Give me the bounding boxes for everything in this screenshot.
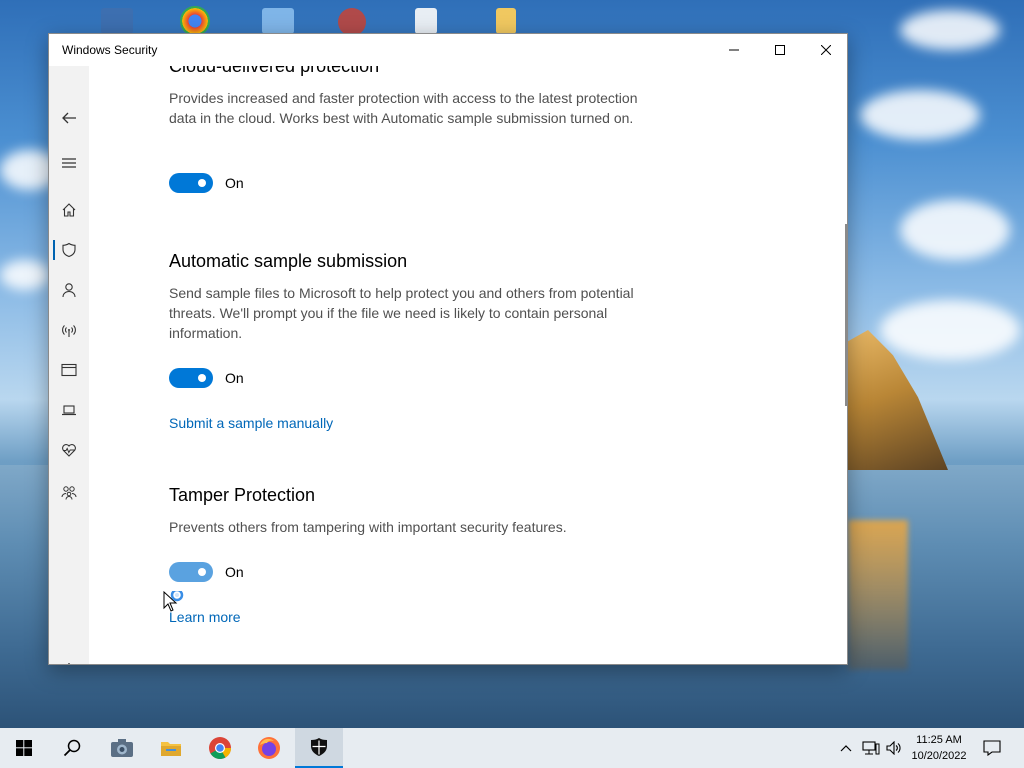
vertical-scrollbar[interactable] [845, 224, 847, 406]
start-icon [16, 740, 32, 756]
taskbar-camera-app[interactable] [98, 728, 146, 768]
taskbar-firefox[interactable] [245, 728, 293, 768]
submit-sample-manually-link[interactable]: Submit a sample manually [169, 415, 333, 431]
minimize-button[interactable] [711, 34, 757, 66]
start-button[interactable] [0, 728, 48, 768]
windows-security-icon [311, 738, 327, 756]
network-icon [862, 741, 880, 755]
sidebar-item-account[interactable] [49, 275, 89, 305]
search-icon [63, 739, 81, 757]
wifi-antenna-icon [62, 325, 76, 337]
volume-button[interactable] [884, 728, 904, 768]
family-icon [61, 486, 77, 500]
sidebar [49, 66, 89, 664]
clock-date: 10/20/2022 [911, 750, 967, 762]
sample-submission-toggle-label: On [225, 370, 244, 386]
sidebar-item-virus-protection[interactable] [49, 235, 89, 265]
maximize-button[interactable] [757, 34, 803, 66]
desktop-icon-chrome[interactable] [180, 6, 210, 36]
maximize-icon [775, 45, 785, 55]
settings-content[interactable]: Cloud-delivered protection Provides incr… [89, 34, 847, 664]
person-icon [62, 283, 76, 298]
notification-icon [983, 740, 1001, 756]
tamper-protection-toggle-row: On [169, 562, 244, 582]
windows-security-window: Windows Security Cloud-delivered protect… [48, 33, 848, 665]
desktop-icon-recycle-bin[interactable] [415, 8, 437, 34]
file-explorer-icon [161, 742, 181, 756]
sidebar-item-firewall[interactable] [49, 315, 89, 345]
cloud-protection-toggle-row: On [169, 173, 244, 193]
desktop-icon-app[interactable] [338, 8, 366, 36]
taskbar-chrome[interactable] [196, 728, 244, 768]
taskbar: 11:25 AM 10/20/2022 [0, 728, 1024, 768]
action-center-button[interactable] [978, 728, 1006, 768]
tamper-protection-description: Prevents others from tampering with impo… [169, 519, 567, 535]
desktop-icon-computer[interactable] [262, 8, 294, 34]
camera-app-icon [111, 739, 133, 757]
sidebar-item-home[interactable] [49, 195, 89, 225]
clock-time: 11:25 AM [916, 734, 962, 746]
firefox-icon [258, 737, 280, 759]
cloud-protection-toggle[interactable] [169, 173, 213, 193]
title-bar[interactable]: Windows Security [49, 34, 847, 66]
window-title: Windows Security [62, 43, 158, 57]
back-arrow-icon [62, 112, 76, 124]
menu-button[interactable] [49, 148, 89, 178]
close-icon [821, 45, 831, 55]
hamburger-menu-icon [62, 158, 76, 168]
minimize-icon [729, 49, 739, 51]
heart-health-icon [62, 444, 76, 457]
taskbar-clock[interactable]: 11:25 AM 10/20/2022 [906, 732, 972, 764]
show-hidden-icons-button[interactable] [836, 728, 856, 768]
chrome-icon [209, 737, 231, 759]
sidebar-item-family-options[interactable] [49, 477, 89, 507]
sidebar-item-device-health[interactable] [49, 435, 89, 465]
shield-icon [62, 242, 76, 258]
back-button[interactable] [49, 103, 89, 133]
chevron-up-icon [840, 745, 852, 752]
sample-submission-description: Send sample files to Microsoft to help p… [169, 285, 634, 341]
desktop-icon-camera[interactable] [101, 8, 133, 34]
sidebar-item-settings[interactable] [49, 655, 89, 664]
tamper-protection-toggle-label: On [225, 564, 244, 580]
tamper-protection-heading: Tamper Protection [169, 485, 316, 505]
close-button[interactable] [803, 34, 847, 66]
speaker-icon [886, 741, 901, 755]
taskbar-search-button[interactable] [48, 728, 96, 768]
cloud-protection-description: Provides increased and faster protection… [169, 90, 638, 126]
network-button[interactable] [860, 728, 882, 768]
sidebar-item-device-security[interactable] [49, 395, 89, 425]
browser-window-icon [61, 363, 77, 377]
taskbar-file-explorer[interactable] [147, 728, 195, 768]
laptop-icon [62, 405, 76, 416]
sample-submission-toggle[interactable] [169, 368, 213, 388]
busy-cursor-icon [163, 588, 191, 619]
gear-icon [68, 663, 70, 664]
home-icon [62, 203, 76, 217]
sample-submission-toggle-row: On [169, 368, 244, 388]
cloud-protection-toggle-label: On [225, 175, 244, 191]
desktop-icon-document[interactable] [496, 8, 516, 34]
sample-submission-heading: Automatic sample submission [169, 251, 408, 271]
tamper-protection-toggle[interactable] [169, 562, 213, 582]
sidebar-item-app-browser[interactable] [49, 355, 89, 385]
taskbar-windows-security[interactable] [295, 728, 343, 768]
